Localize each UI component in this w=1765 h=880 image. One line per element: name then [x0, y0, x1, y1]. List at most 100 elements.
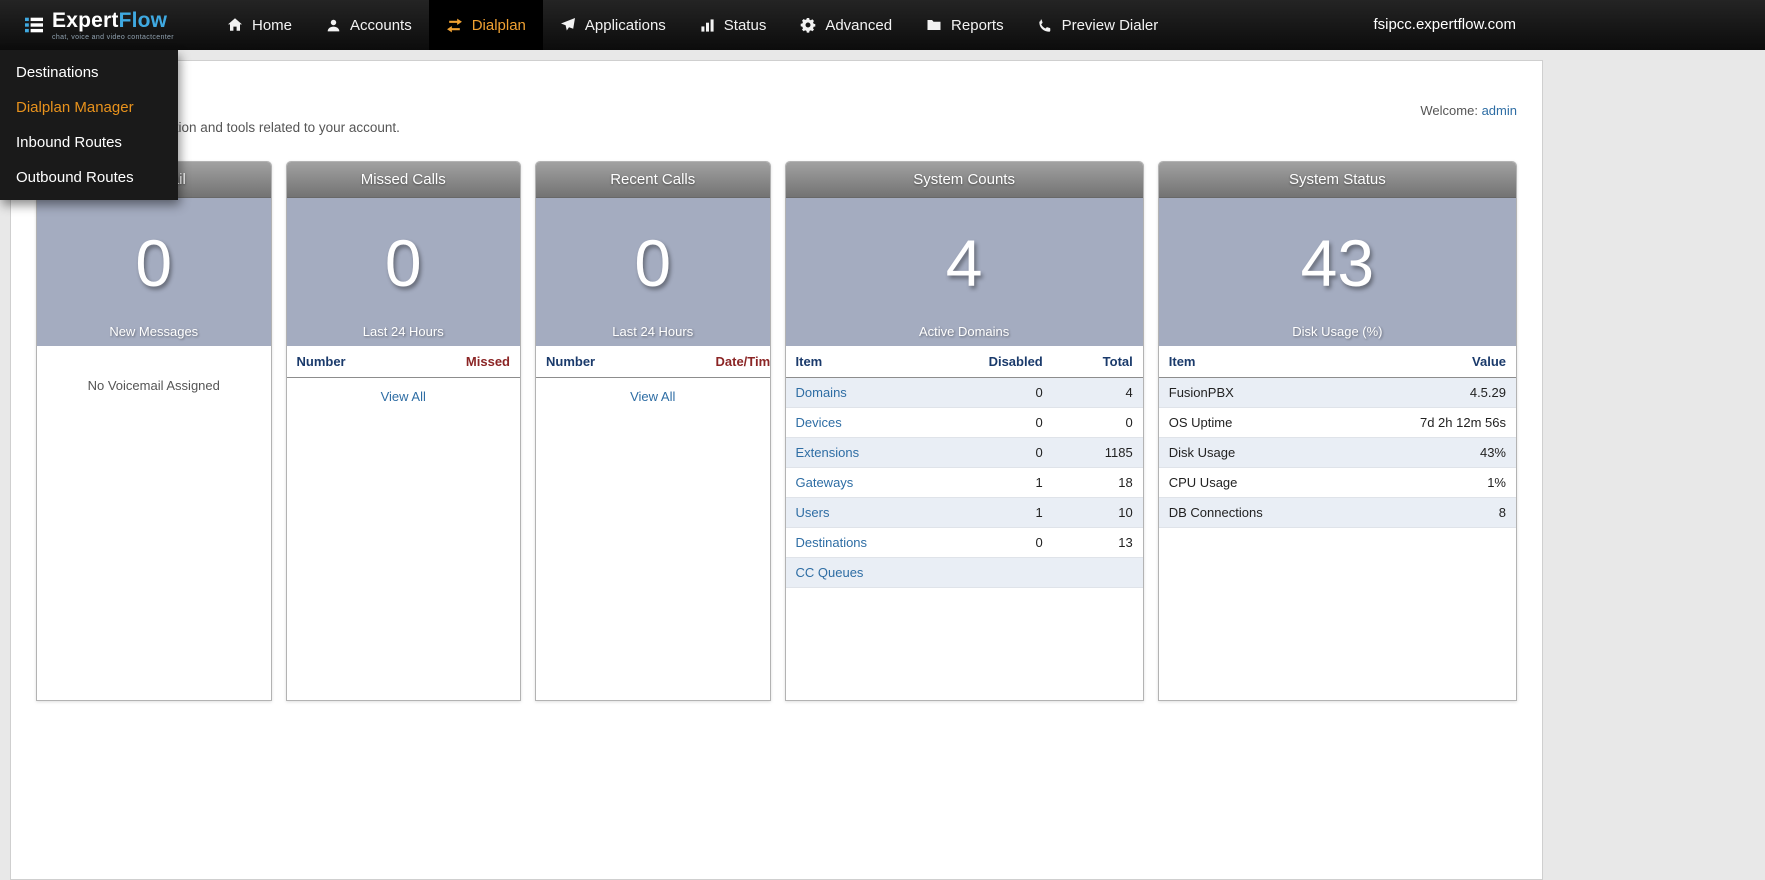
dropdown-item-destinations[interactable]: Destinations [0, 55, 178, 90]
active-domains-count: 4 [945, 226, 983, 301]
table-row: Gateways 1 18 [785, 467, 1143, 498]
missed-calls-table-header: Number Missed [286, 346, 520, 378]
home-icon [227, 18, 242, 31]
system-status-panel: System Status 43 Disk Usage (%) Item Val… [1157, 161, 1517, 701]
system-status-table: Item Value FusionPBX 4.5.29 OS Uptime 7d 2… [1158, 346, 1516, 528]
user-link[interactable]: admin [1482, 103, 1517, 118]
domain-text: fsipcc.expertflow.com [1373, 16, 1516, 33]
column-header-total: Total [1052, 346, 1143, 378]
folder-icon [927, 20, 941, 30]
users-link[interactable]: Users [785, 497, 963, 528]
domains-link[interactable]: Domains [785, 377, 963, 408]
column-header-missed: Missed [465, 354, 510, 369]
system-counts-caption: Active Domains [918, 324, 1010, 339]
nav-preview-dialer-label: Preview Dialer [1061, 16, 1159, 34]
nav-home[interactable]: Home [210, 0, 309, 50]
cell-total: 0 [1052, 407, 1143, 438]
recent-calls-body: Number Date/Time View All [536, 346, 770, 700]
destinations-link[interactable]: Destinations [785, 527, 963, 558]
extensions-link[interactable]: Extensions [785, 437, 963, 468]
bar-chart-icon [701, 18, 714, 32]
status-value: 4.5.29 [1343, 377, 1516, 408]
logo[interactable]: ExpertFlow chat, voice and video contact… [0, 0, 196, 50]
cell-disabled [962, 557, 1053, 588]
table-row: Users 1 10 [785, 497, 1143, 528]
person-icon [327, 19, 340, 31]
card-header: Dashboard Quickly access information and… [36, 87, 1517, 135]
nav-accounts-label: Accounts [350, 16, 412, 34]
status-value: 43% [1343, 437, 1516, 468]
missed-calls-panel: Missed Calls 0 Last 24 Hours Number Miss… [285, 161, 521, 701]
table-row: DB Connections 8 [1158, 497, 1516, 528]
missed-calls-view-all: View All [287, 378, 521, 416]
cell-disabled: 0 [962, 437, 1053, 468]
recent-calls-hero: 0 Last 24 Hours [536, 198, 770, 346]
nav-reports-label: Reports [951, 16, 1004, 34]
system-counts-table: Item Disabled Total Domains 0 4 Devices 0 0 … [785, 346, 1143, 588]
view-all-link[interactable]: View All [381, 389, 426, 404]
status-value: 8 [1343, 497, 1516, 528]
table-row: FusionPBX 4.5.29 [1158, 377, 1516, 408]
cell-total [1052, 557, 1143, 588]
recent-calls-panel: Recent Calls 0 Last 24 Hours Number Date… [535, 161, 771, 701]
recent-calls-count: 0 [634, 226, 672, 301]
voicemail-body: No Voicemail Assigned [37, 346, 271, 700]
nav-accounts[interactable]: Accounts [309, 0, 429, 50]
status-item: FusionPBX [1158, 377, 1344, 408]
dropdown-item-outbound-routes[interactable]: Outbound Routes [0, 160, 178, 195]
nav-status[interactable]: Status [683, 0, 784, 50]
logo-tagline: chat, voice and video contactcenter [52, 33, 174, 41]
nav-advanced-label: Advanced [825, 16, 893, 34]
nav-home-label: Home [251, 16, 292, 34]
voicemail-count: 0 [135, 226, 173, 301]
dropdown-item-inbound-routes[interactable]: Inbound Routes [0, 125, 178, 160]
nav-applications[interactable]: Applications [543, 0, 683, 50]
gateways-link[interactable]: Gateways [785, 467, 963, 498]
system-status-panel-title: System Status [1158, 162, 1516, 198]
status-item: DB Connections [1158, 497, 1344, 528]
nav-dialplan-label: Dialplan [471, 16, 526, 34]
voicemail-panel: Voicemail 0 New Messages No Voicemail As… [36, 161, 272, 701]
cell-disabled: 0 [962, 407, 1053, 438]
status-item: Disk Usage [1158, 437, 1344, 468]
recent-calls-caption: Last 24 Hours [612, 324, 694, 339]
system-counts-panel: System Counts 4 Active Domains Item Disa… [784, 161, 1144, 701]
voicemail-empty-message: No Voicemail Assigned [87, 378, 220, 393]
missed-calls-caption: Last 24 Hours [362, 324, 444, 339]
cc-queues-link[interactable]: CC Queues [785, 557, 963, 588]
table-row: Domains 0 4 [785, 377, 1143, 408]
dropdown-item-dialplan-manager[interactable]: Dialplan Manager [0, 90, 178, 125]
logo-text: ExpertFlow [52, 10, 174, 31]
logo-expert: Expert [52, 8, 119, 32]
table-header-row: Item Disabled Total [785, 346, 1143, 378]
dialplan-swap-icon [446, 18, 462, 32]
table-row: CC Queues [785, 557, 1143, 588]
welcome-label: Welcome: [1420, 103, 1478, 118]
table-row: CPU Usage 1% [1158, 467, 1516, 498]
cell-disabled: 0 [962, 377, 1053, 408]
nav-preview-dialer[interactable]: Preview Dialer [1021, 0, 1176, 50]
table-header-row: Item Value [1158, 346, 1516, 378]
table-row: Destinations 0 13 [785, 527, 1143, 558]
nav-reports[interactable]: Reports [909, 0, 1021, 50]
gear-icon [801, 18, 816, 33]
table-row: Extensions 0 1185 [785, 437, 1143, 468]
column-header-item: Item [1158, 346, 1344, 378]
nav-dialplan[interactable]: Dialplan [428, 0, 543, 50]
devices-link[interactable]: Devices [785, 407, 963, 438]
welcome-text: Welcome: admin [1420, 103, 1517, 118]
view-all-link[interactable]: View All [630, 389, 675, 404]
cell-disabled: 0 [962, 527, 1053, 558]
cell-total: 10 [1052, 497, 1143, 528]
nav-advanced[interactable]: Advanced [783, 0, 909, 50]
system-counts-hero: 4 Active Domains [785, 198, 1143, 346]
nav-status-label: Status [723, 16, 767, 34]
recent-calls-view-all: View All [536, 378, 770, 416]
system-status-hero: 43 Disk Usage (%) [1158, 198, 1516, 346]
status-item: OS Uptime [1158, 407, 1344, 438]
nav-applications-label: Applications [584, 16, 666, 34]
column-header-item: Item [785, 346, 963, 378]
dialplan-dropdown: Destinations Dialplan Manager Inbound Ro… [0, 50, 178, 200]
system-counts-panel-title: System Counts [785, 162, 1143, 198]
missed-calls-panel-title: Missed Calls [286, 162, 520, 198]
